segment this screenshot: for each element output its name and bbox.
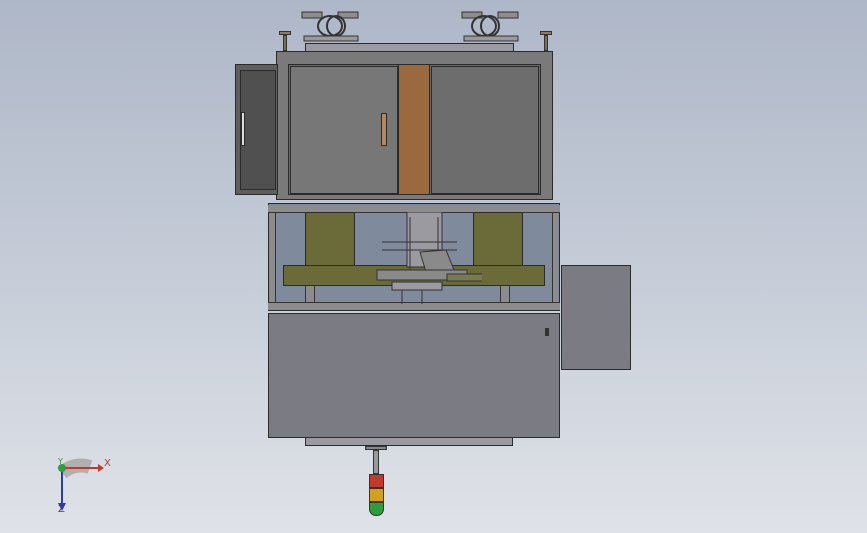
side-box-handle[interactable] [241,112,245,146]
x-axis-label: X [104,458,111,469]
central-mechanism [376,212,482,304]
base-foot [305,437,513,446]
stack-light-red [369,474,384,488]
stack-light-yellow [369,488,384,502]
side-box-right [561,265,631,370]
y-axis-label: Y [58,457,63,466]
top-clamp-right [461,11,519,42]
cad-viewport[interactable]: X Y Z [0,0,867,533]
top-clamp-left [301,11,359,42]
stack-light-pole [373,450,379,474]
left-door-handle[interactable] [381,113,387,146]
base-indicator [545,328,549,336]
frame-post-left [270,205,276,309]
stack-light-green [369,502,384,516]
support-legs [305,286,315,302]
base-cabinet [268,313,560,438]
top-pin-left-stem [283,35,287,51]
copper-column [398,64,430,195]
z-axis-label: Z [58,504,65,515]
top-pin-right-stem [544,35,548,51]
right-door[interactable] [431,66,539,194]
support-legs-2 [500,286,510,302]
frame-post-right [552,205,558,309]
view-orientation-triad[interactable]: X Y Z [50,455,120,520]
tank-left [305,212,355,267]
side-box-left-inner [240,70,276,190]
